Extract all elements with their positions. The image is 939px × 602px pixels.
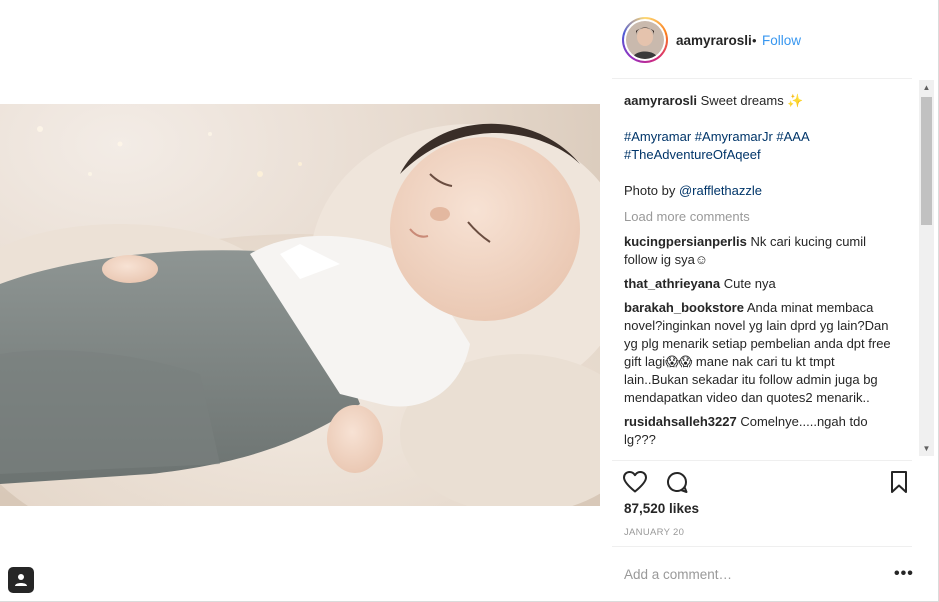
caption-username[interactable]: aamyrarosli xyxy=(624,93,697,108)
person-icon xyxy=(15,574,27,586)
comment-item: barakah_bookstore Anda minat membaca nov… xyxy=(624,299,902,407)
comment-text: Cute nya xyxy=(723,276,776,291)
hashtag-link[interactable]: #Amyramar #AmyramarJr #AAA xyxy=(624,129,810,144)
load-more-comments-button[interactable]: Load more comments xyxy=(624,208,902,226)
more-options-button[interactable]: ••• xyxy=(894,565,914,583)
comment-input[interactable] xyxy=(624,567,864,582)
post-header: aamyrarosli • Follow xyxy=(612,0,912,79)
caption-hashtags: #Amyramar #AmyramarJr #AAA #TheAdventure… xyxy=(624,128,902,164)
comment-text: Anda minat membaca novel?inginkan novel … xyxy=(624,300,891,405)
comments-scrollbar[interactable]: ▲ ▼ xyxy=(919,80,934,456)
scroll-down-arrow-icon[interactable]: ▼ xyxy=(919,441,934,456)
comment-username[interactable]: rusidahsalleh3227 xyxy=(624,414,737,429)
comments-list[interactable]: aamyrarosli Sweet dreams ✨ #Amyramar #Am… xyxy=(612,80,912,456)
follow-button[interactable]: Follow xyxy=(762,33,801,48)
comment-item: kucingpersianperlis Nk cari kucing cumil… xyxy=(624,233,902,269)
heart-icon[interactable] xyxy=(622,469,648,495)
sparkles-emoji: ✨ xyxy=(787,93,804,108)
scroll-up-arrow-icon[interactable]: ▲ xyxy=(919,80,934,95)
photo-by-handle[interactable]: @rafflethazzle xyxy=(679,183,762,198)
header-separator: • xyxy=(752,33,757,48)
caption: aamyrarosli Sweet dreams ✨ xyxy=(624,92,902,110)
header-username[interactable]: aamyrarosli xyxy=(676,33,752,48)
tagged-users-button[interactable] xyxy=(8,567,34,593)
comment-item: that_athrieyana Cute nya xyxy=(624,275,902,293)
bookmark-icon[interactable] xyxy=(886,469,912,495)
comment-form: ••• xyxy=(612,546,914,602)
hashtag-link[interactable]: #TheAdventureOfAqeef xyxy=(624,147,761,162)
photo-credit: Photo by @rafflethazzle xyxy=(624,182,902,200)
post-photo[interactable] xyxy=(0,104,600,506)
comment-username[interactable]: that_athrieyana xyxy=(624,276,720,291)
comment-item: rusidahsalleh3227 Comelnye.....ngah tdo … xyxy=(624,413,902,449)
comment-username[interactable]: kucingpersianperlis xyxy=(624,234,747,249)
post-date[interactable]: JANUARY 20 xyxy=(624,527,684,538)
scrollbar-thumb[interactable] xyxy=(921,97,932,225)
post-sidebar: aamyrarosli • Follow aamyrarosli Sweet d… xyxy=(612,0,934,602)
post-actions xyxy=(612,460,912,500)
avatar[interactable] xyxy=(622,17,668,63)
caption-text: Sweet dreams xyxy=(700,93,784,108)
speech-bubble-icon[interactable] xyxy=(664,469,690,495)
likes-count[interactable]: 87,520 likes xyxy=(624,501,699,516)
photo-by-label: Photo by xyxy=(624,183,676,198)
comment-username[interactable]: barakah_bookstore xyxy=(624,300,744,315)
